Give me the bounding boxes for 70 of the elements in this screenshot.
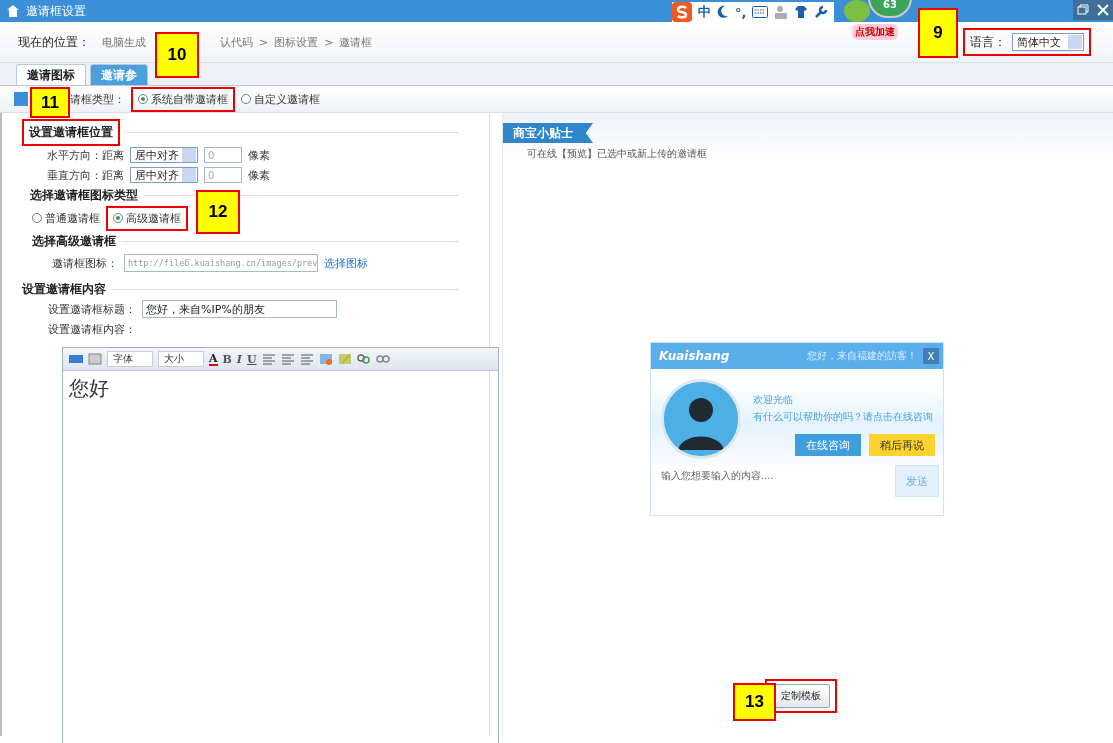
breadcrumb-item[interactable]: 图标设置 — [274, 34, 319, 50]
format-button[interactable]: I — [236, 352, 242, 366]
section-title: 选择邀请框图标类型 — [30, 186, 138, 204]
close-icon[interactable] — [1093, 0, 1113, 20]
align-select[interactable]: 居中对齐 — [130, 167, 198, 183]
restore-icon[interactable] — [1073, 0, 1093, 20]
dialog-button[interactable]: 稍后再说 — [869, 434, 935, 456]
radio-option[interactable]: 系统自带邀请框 — [138, 91, 228, 107]
font-select[interactable]: 字体 — [107, 351, 153, 367]
size-select[interactable]: 大小 — [158, 351, 204, 367]
align-icon[interactable] — [280, 353, 295, 365]
field-label: 垂直方向：距离 — [47, 167, 124, 183]
title-field[interactable]: 您好，来自%IP%的朋友 — [142, 300, 337, 318]
message-input[interactable]: 输入您想要输入的内容.... — [655, 465, 895, 499]
language-label: 语言： — [970, 33, 1006, 51]
section-title: 设置邀请框内容 — [22, 280, 106, 298]
brand-logo: Kuaishang — [659, 349, 730, 363]
callout-number: 10 — [155, 32, 199, 78]
link-icon[interactable] — [356, 353, 371, 365]
house-icon — [6, 4, 20, 18]
field-label: 设置邀请框内容： — [48, 321, 136, 337]
tab[interactable]: 邀请图标 — [16, 64, 86, 85]
callout-number: 11 — [30, 87, 70, 118]
speed-up-label[interactable]: 点我加速 — [852, 24, 898, 40]
person-icon[interactable] — [774, 5, 789, 19]
breadcrumb-item[interactable]: 电脑生成 — [102, 34, 146, 50]
window-title: 邀请框设置 — [26, 2, 86, 20]
section-title: 选择高级邀请框 — [32, 232, 116, 250]
field-label: 设置邀请框标题： — [48, 301, 136, 317]
align-icon[interactable] — [261, 353, 276, 365]
breadcrumb-label: 现在的位置： — [18, 33, 90, 51]
section-title: 设置邀请框位置 — [29, 123, 113, 141]
input-mode-button[interactable]: 中 — [698, 3, 711, 21]
breadcrumb-separator: > — [324, 35, 334, 49]
align-icon[interactable] — [299, 353, 314, 365]
preview-icon[interactable] — [88, 353, 102, 365]
callout-number: 12 — [196, 190, 240, 234]
choose-icon-link[interactable]: 选择图标 — [324, 255, 368, 271]
format-button[interactable]: B — [222, 352, 232, 366]
format-button[interactable]: A — [209, 352, 218, 366]
moon-icon[interactable] — [717, 5, 729, 19]
field-label: 邀请框图标： — [52, 255, 118, 271]
callout-number: 13 — [733, 683, 776, 721]
breadcrumb-item[interactable]: 认代码 — [220, 34, 253, 50]
wrench-icon[interactable] — [814, 5, 829, 19]
unit-label: 像素 — [248, 167, 270, 183]
callout-number: 9 — [918, 8, 958, 58]
close-button[interactable]: X — [923, 348, 939, 364]
unlink-icon[interactable] — [375, 353, 390, 365]
language-select[interactable]: 简体中文 — [1012, 33, 1084, 51]
radio-option[interactable]: 普通邀请框 — [32, 210, 100, 226]
keyboard-icon[interactable] — [752, 6, 769, 18]
radio-option[interactable]: 自定义邀请框 — [241, 91, 320, 107]
breadcrumb-separator: > — [259, 35, 269, 49]
breadcrumb-item[interactable]: 邀请框 — [339, 34, 373, 50]
prompt-text: 有什么可以帮助你的吗？请点击在线咨询 — [753, 410, 934, 424]
editor-text[interactable]: 您好 — [63, 371, 498, 406]
align-select[interactable]: 居中对齐 — [130, 147, 198, 163]
radio-option[interactable]: 高级邀请框 — [113, 210, 181, 226]
image-icon[interactable] — [318, 353, 333, 365]
shirt-icon[interactable] — [794, 5, 809, 19]
tips-text: 可在线【预览】已选中或新上传的邀请框 — [526, 147, 708, 161]
format-button[interactable]: U — [247, 352, 257, 366]
field-label: 水平方向：距离 — [47, 147, 124, 163]
invite-type-label: 请框类型： — [70, 91, 125, 107]
punctuation-button[interactable]: °, — [735, 4, 747, 20]
tips-ribbon: 商宝小贴士 — [503, 123, 593, 143]
welcome-text: 欢迎光临 — [753, 393, 794, 407]
unit-label: 像素 — [248, 147, 270, 163]
greeting-text: 您好，来自福建的訪客！ — [807, 349, 917, 363]
